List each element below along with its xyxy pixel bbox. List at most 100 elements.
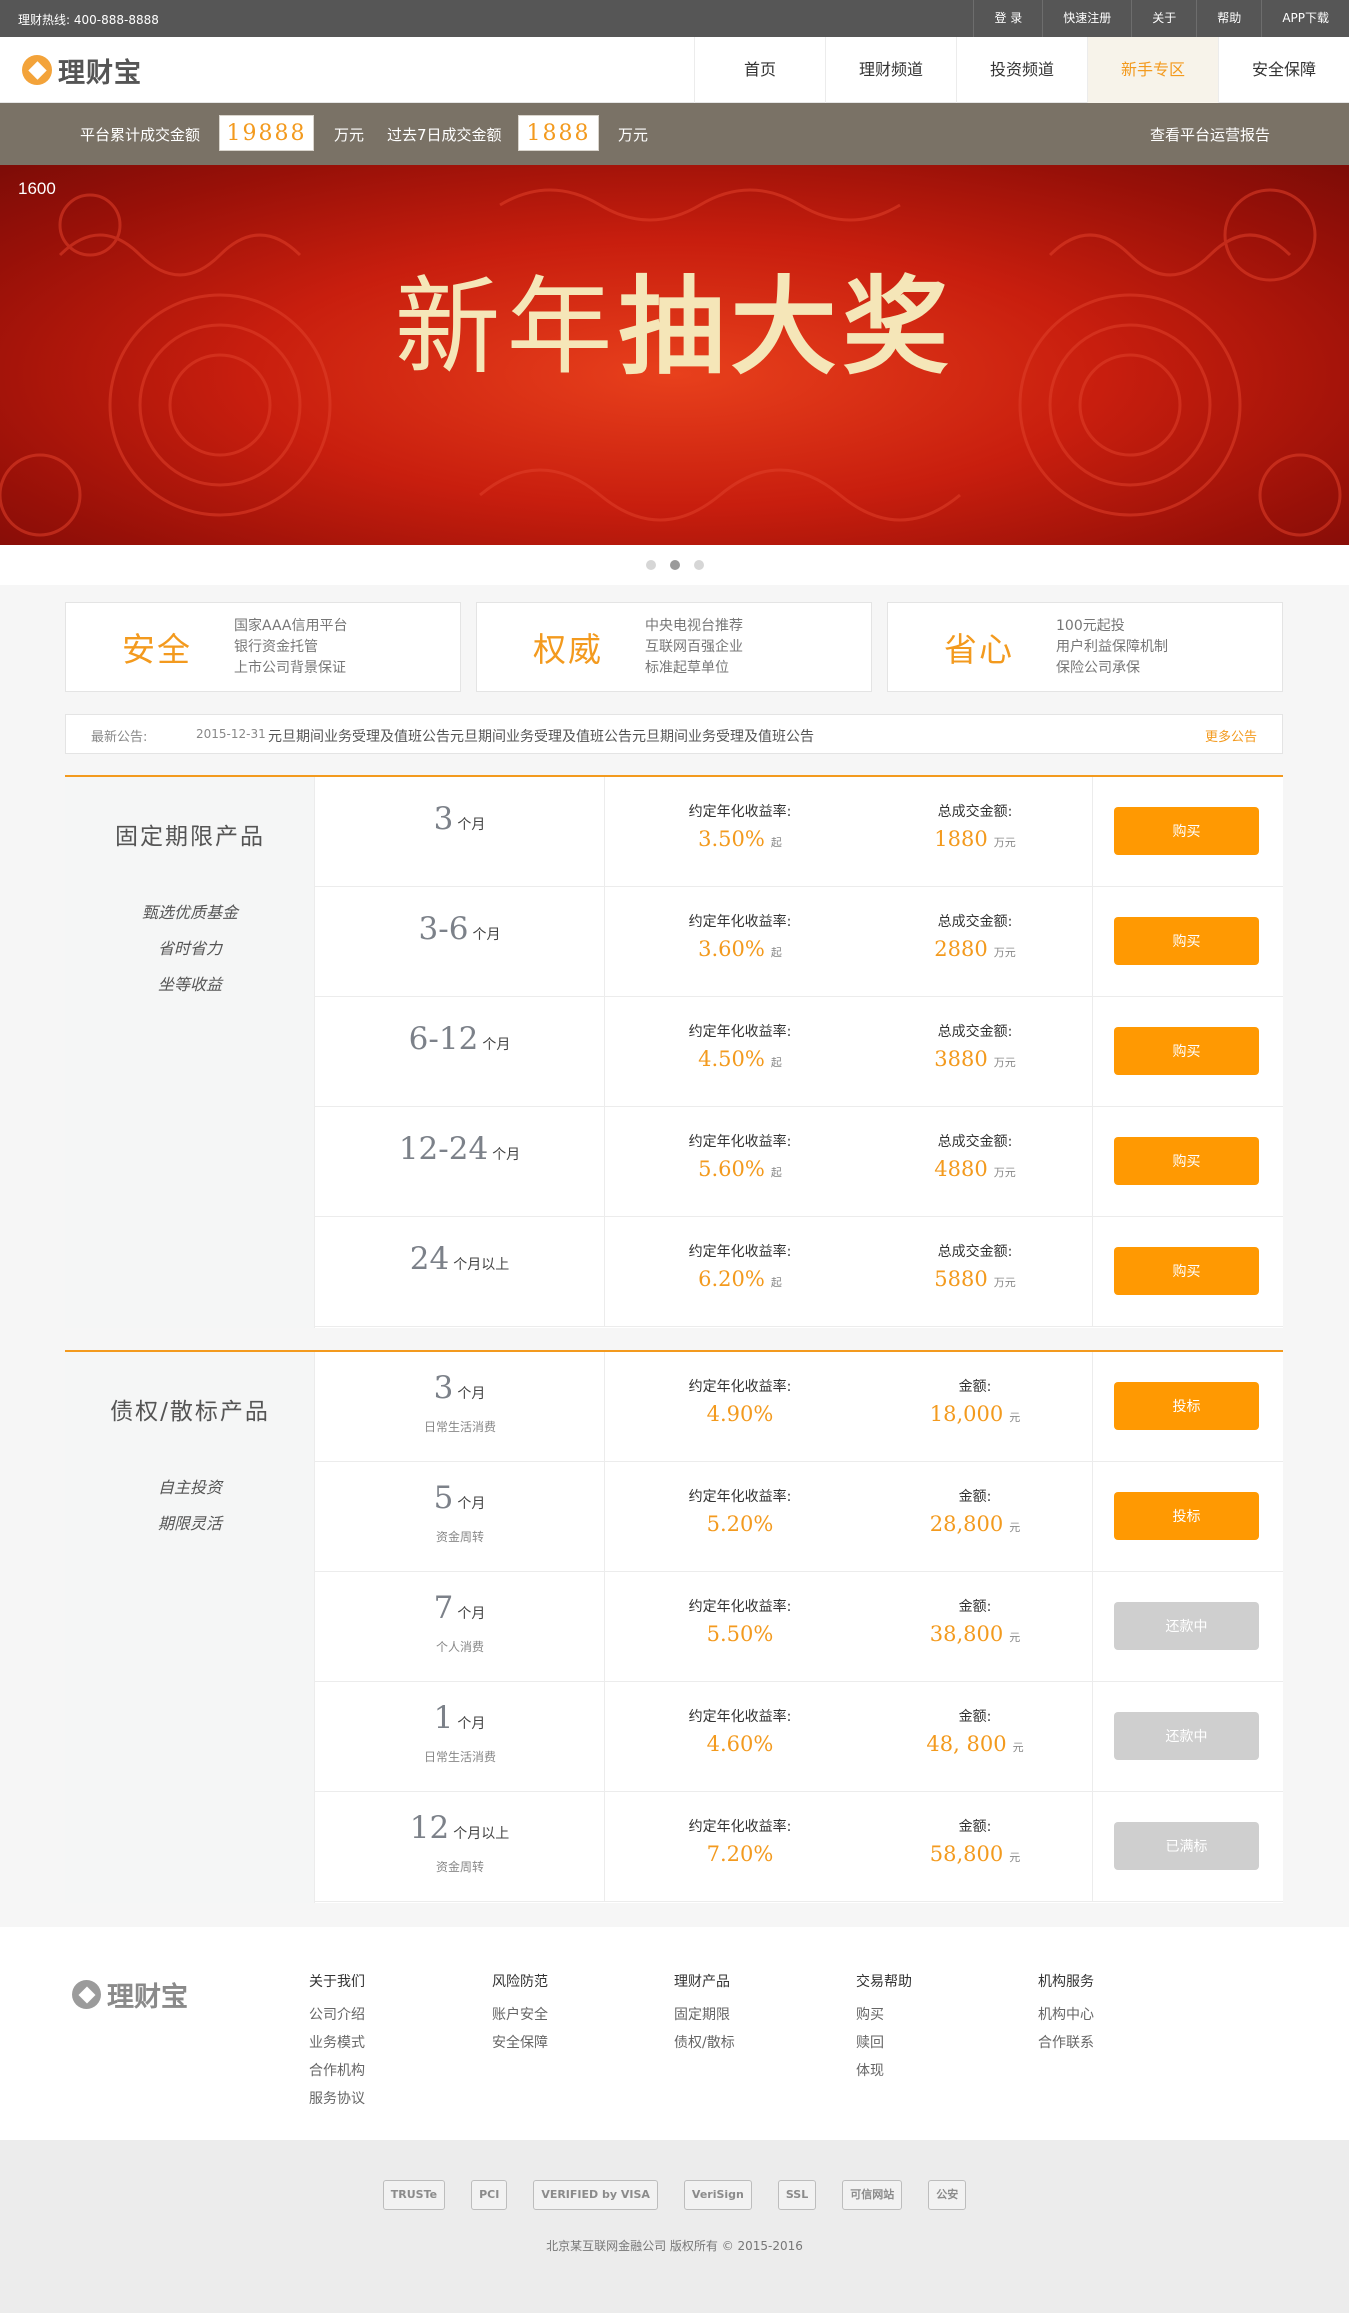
- hero-banner[interactable]: 1600 新年抽大奖: [0, 165, 1349, 545]
- verisign-badge-icon[interactable]: VeriSign: [683, 2180, 752, 2210]
- help-link[interactable]: 帮助: [1196, 0, 1261, 37]
- feature-line: 保险公司承保: [1056, 660, 1140, 676]
- banner-dot[interactable]: [693, 560, 704, 570]
- rate-value: 5.20%: [706, 1512, 774, 1536]
- announcement-date: 2015-12-31: [196, 727, 266, 741]
- buy-button[interactable]: 购买: [1114, 807, 1259, 855]
- term-cell: 24 个月以上: [315, 1217, 605, 1327]
- footer-column-help: 交易帮助 购买 赎回 体现: [856, 1971, 912, 2085]
- banner-headline-bold: 抽大奖: [618, 266, 955, 389]
- buy-button[interactable]: 购买: [1114, 1137, 1259, 1185]
- amount-value: 1880: [934, 827, 988, 851]
- footer-link[interactable]: 安全保障: [492, 2029, 548, 2057]
- amount-value: 3880: [934, 1047, 988, 1071]
- pci-badge-icon[interactable]: PCI: [471, 2180, 508, 2210]
- footer-column-about: 关于我们 公司介绍 业务模式 合作机构 服务协议: [309, 1971, 365, 2113]
- term-cell: 7 个月 个人消费: [315, 1572, 605, 1682]
- about-link[interactable]: 关于: [1131, 0, 1196, 37]
- section-tag: 坐等收益: [157, 975, 222, 994]
- footer-link[interactable]: 合作机构: [309, 2057, 365, 2085]
- register-link[interactable]: 快速注册: [1042, 0, 1131, 37]
- banner-counter: 1600: [18, 179, 56, 198]
- operation-report-link[interactable]: 查看平台运营报告: [1150, 124, 1270, 145]
- footer-logo[interactable]: 理财宝: [72, 1975, 188, 2014]
- banner-dot-active[interactable]: [669, 560, 680, 570]
- term-cell: 6-12 个月: [315, 997, 605, 1107]
- banner-dot[interactable]: [645, 560, 656, 570]
- nav-item-newbie[interactable]: 新手专区: [1087, 37, 1218, 103]
- amount-cell: 总成交金额: 4880 万元: [885, 1131, 1065, 1181]
- action-cell: 还款中: [1092, 1572, 1283, 1682]
- action-cell: 投标: [1092, 1462, 1283, 1572]
- logo-text: 理财宝: [58, 57, 142, 89]
- amount-label: 金额:: [958, 1489, 992, 1505]
- term-cell: 5 个月 资金周转: [315, 1462, 605, 1572]
- amount-value: 58,800: [929, 1842, 1004, 1866]
- rate-suffix: 起: [770, 1276, 782, 1289]
- buy-button[interactable]: 投标: [1114, 1492, 1259, 1540]
- nav-item-home[interactable]: 首页: [694, 37, 825, 103]
- amount-unit: 万元: [993, 1166, 1016, 1179]
- product-row: 12-24 个月 约定年化收益率: 5.60% 起 总成交金额: 4880 万元 购买: [315, 1107, 1283, 1217]
- product-row: 5 个月 资金周转 约定年化收益率: 5.20% 金额: 28,800 元 投标: [315, 1462, 1283, 1572]
- week-volume-unit: 万元: [618, 126, 649, 144]
- amount-value: 38,800: [929, 1622, 1004, 1646]
- rate-value: 4.50%: [698, 1047, 765, 1071]
- product-row: 12 个月以上 资金周转 约定年化收益率: 7.20% 金额: 58,800 元 已满标: [315, 1792, 1283, 1902]
- login-link[interactable]: 登 录: [973, 0, 1042, 37]
- verified-by-visa-badge-icon[interactable]: VERIFIED by VISA: [533, 2180, 658, 2210]
- amount-cell: 金额: 28,800 元: [885, 1486, 1065, 1536]
- truste-badge-icon[interactable]: TRUSTe: [382, 2180, 446, 2210]
- footer-link[interactable]: 业务模式: [309, 2029, 365, 2057]
- footer-link[interactable]: 合作联系: [1038, 2029, 1094, 2057]
- footer-link[interactable]: 公司介绍: [309, 2001, 365, 2029]
- banner-pagination: [0, 545, 1349, 585]
- product-row: 3-6 个月 约定年化收益率: 3.60% 起 总成交金额: 2880 万元 购买: [315, 887, 1283, 997]
- app-download-link[interactable]: APP下载: [1261, 0, 1349, 37]
- rate-value: 4.60%: [706, 1732, 774, 1756]
- rate-label: 约定年化收益率:: [688, 1134, 792, 1150]
- term-value: 6-12: [408, 1021, 479, 1057]
- more-announcements-link[interactable]: 更多公告: [1205, 726, 1257, 745]
- footer-link[interactable]: 账户安全: [492, 2001, 548, 2029]
- rate-label: 约定年化收益率:: [688, 1379, 792, 1395]
- rate-cell: 约定年化收益率: 5.50%: [650, 1596, 830, 1646]
- announcement-text[interactable]: 元旦期间业务受理及值班公告元旦期间业务受理及值班公告元旦期间业务受理及值班公告: [268, 726, 814, 746]
- banner-headline: 新年抽大奖: [0, 263, 1349, 393]
- footer-link[interactable]: 机构中心: [1038, 2001, 1094, 2029]
- feature-line: 互联网百强企业: [645, 639, 743, 655]
- amount-label: 总成交金额:: [937, 914, 1013, 930]
- term-unit: 个月: [457, 1496, 486, 1512]
- footer-link[interactable]: 债权/散标: [674, 2029, 735, 2057]
- footer-link[interactable]: 赎回: [856, 2029, 912, 2057]
- buy-button[interactable]: 购买: [1114, 1247, 1259, 1295]
- nav-item-invest[interactable]: 投资频道: [956, 37, 1087, 103]
- police-badge-icon[interactable]: 公安: [928, 2180, 967, 2210]
- rate-suffix: 起: [770, 946, 782, 959]
- term-unit: 个月: [457, 1606, 486, 1622]
- rate-suffix: 起: [770, 1056, 782, 1069]
- logo[interactable]: 理财宝: [22, 54, 142, 89]
- product-row: 3 个月 约定年化收益率: 3.50% 起 总成交金额: 1880 万元 购买: [315, 777, 1283, 887]
- amount-value: 18,000: [929, 1402, 1004, 1426]
- buy-button[interactable]: 购买: [1114, 917, 1259, 965]
- ssl-badge-icon[interactable]: SSL: [777, 2180, 817, 2210]
- status-button: 还款中: [1114, 1602, 1259, 1650]
- footer-link[interactable]: 服务协议: [309, 2085, 365, 2113]
- product-row: 6-12 个月 约定年化收益率: 4.50% 起 总成交金额: 3880 万元 购买: [315, 997, 1283, 1107]
- footer-link[interactable]: 体现: [856, 2057, 912, 2085]
- amount-value: 4880: [934, 1157, 988, 1181]
- rate-label: 约定年化收益率:: [688, 1599, 792, 1615]
- buy-button[interactable]: 投标: [1114, 1382, 1259, 1430]
- hotline-text: 理财热线: 400-888-8888: [18, 13, 159, 27]
- footer-link[interactable]: 购买: [856, 2001, 912, 2029]
- action-cell: 投标: [1092, 1352, 1283, 1462]
- loan-purpose: 日常生活消费: [423, 1750, 496, 1764]
- footer-link[interactable]: 固定期限: [674, 2001, 735, 2029]
- feature-line: 银行资金托管: [234, 639, 318, 655]
- trusted-site-badge-icon[interactable]: 可信网站: [842, 2180, 903, 2210]
- nav-item-finance[interactable]: 理财频道: [825, 37, 956, 103]
- nav-item-security[interactable]: 安全保障: [1218, 37, 1349, 103]
- buy-button[interactable]: 购买: [1114, 1027, 1259, 1075]
- nav-items: 首页 理财频道 投资频道 新手专区 安全保障: [694, 37, 1349, 103]
